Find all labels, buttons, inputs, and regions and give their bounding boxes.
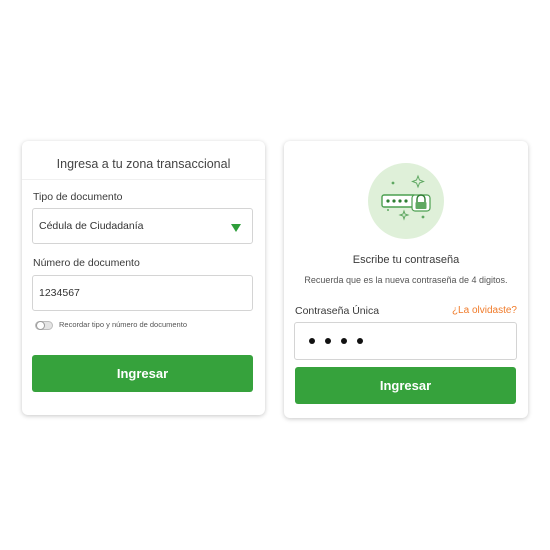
doc-type-label: Tipo de documento bbox=[33, 191, 123, 203]
password-dot bbox=[325, 338, 331, 344]
password-submit-button[interactable]: Ingresar bbox=[295, 367, 516, 404]
toggle-knob bbox=[36, 321, 45, 330]
password-field-label: Contraseña Única bbox=[295, 305, 380, 317]
title-divider bbox=[22, 179, 265, 180]
password-card: Escribe tu contraseña Recuerda que es la… bbox=[284, 141, 528, 418]
password-dot bbox=[357, 338, 363, 344]
doc-number-input[interactable]: 1234567 bbox=[32, 275, 253, 311]
login-card: Ingresa a tu zona transaccional Tipo de … bbox=[22, 141, 265, 415]
password-input[interactable] bbox=[294, 322, 517, 360]
doc-number-value: 1234567 bbox=[39, 287, 80, 299]
doc-type-value: Cédula de Ciudadanía bbox=[39, 220, 144, 232]
doc-number-label: Número de documento bbox=[33, 257, 140, 269]
password-dot bbox=[341, 338, 347, 344]
password-title: Escribe tu contraseña bbox=[352, 254, 460, 266]
password-dot bbox=[309, 338, 315, 344]
password-hint: Recuerda que es la nueva contraseña de 4… bbox=[304, 275, 508, 285]
forgot-password-link[interactable]: ¿La olvidaste? bbox=[452, 305, 517, 316]
login-title: Ingresa a tu zona transaccional bbox=[56, 157, 231, 171]
masked-password bbox=[309, 338, 363, 344]
remember-toggle[interactable] bbox=[35, 321, 53, 330]
remember-label: Recordar tipo y número de documento bbox=[59, 320, 187, 329]
doc-type-select[interactable]: Cédula de Ciudadanía bbox=[32, 208, 253, 244]
login-submit-button[interactable]: Ingresar bbox=[32, 355, 253, 392]
chevron-down-icon bbox=[231, 224, 241, 232]
password-lock-icon bbox=[368, 163, 444, 239]
